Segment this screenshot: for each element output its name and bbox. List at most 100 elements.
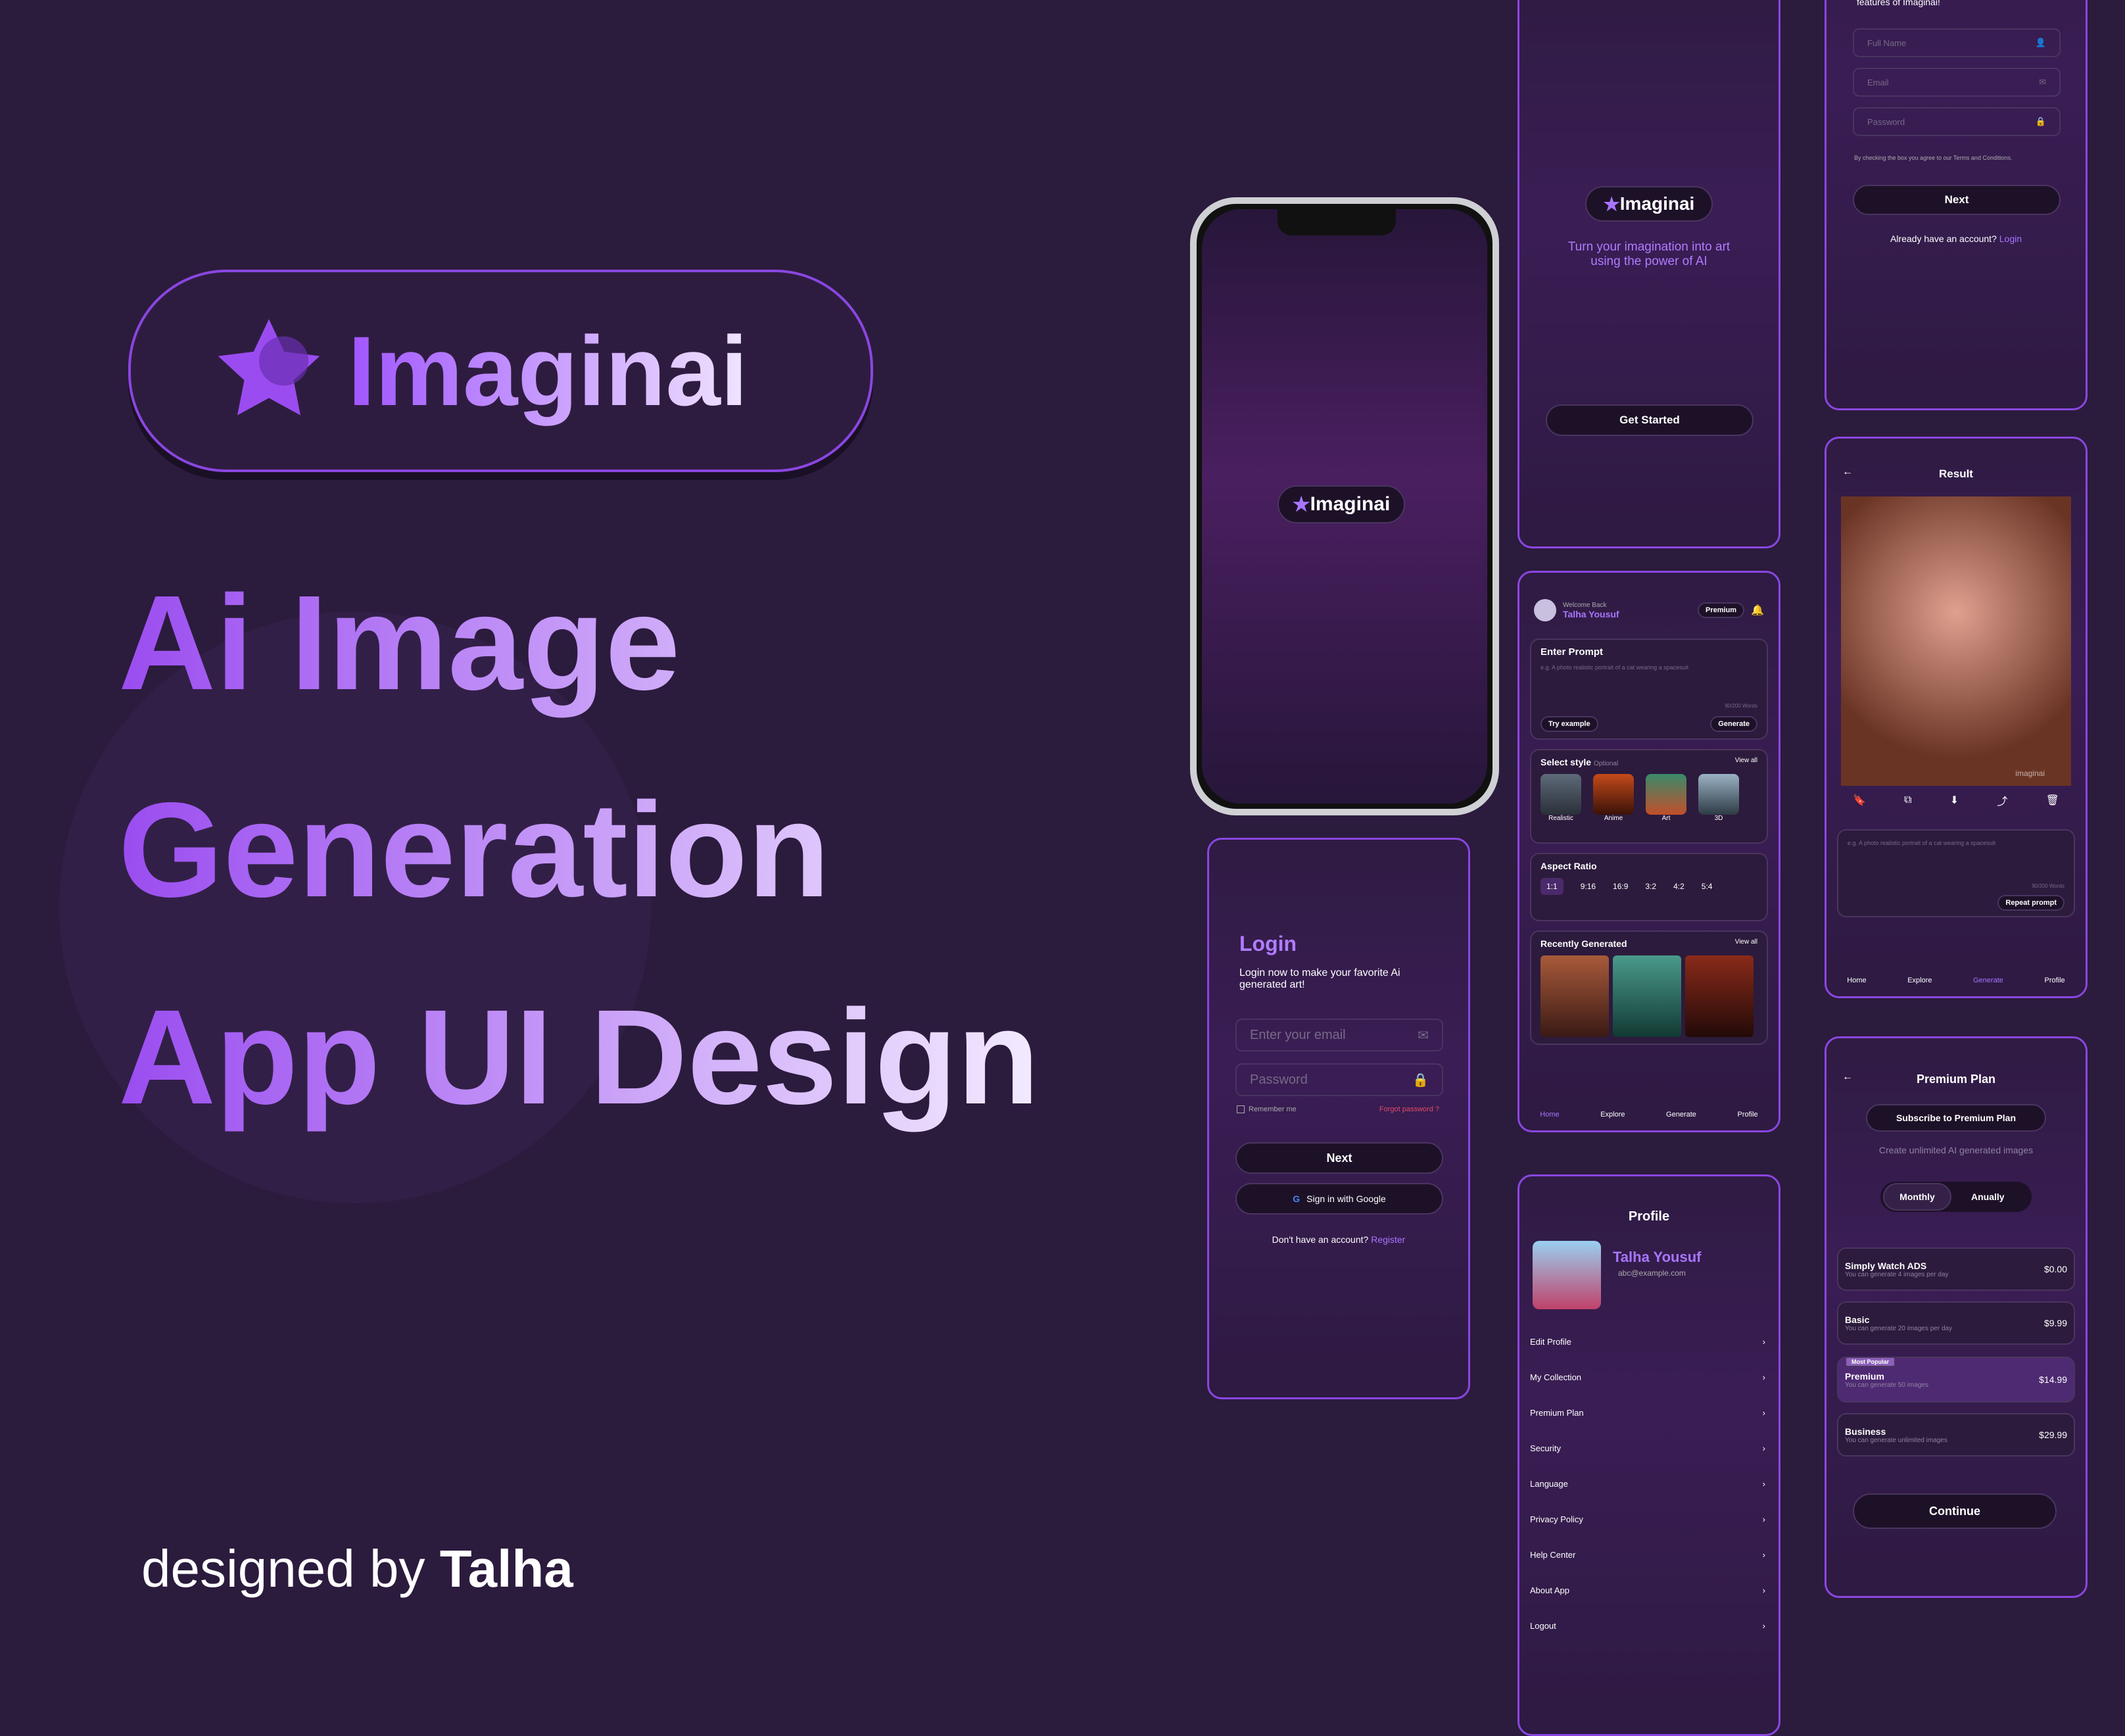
user-icon: 👤 bbox=[2035, 37, 2046, 47]
plan-card-selected[interactable]: Most Popular Premium You can generate 50 … bbox=[1837, 1357, 2075, 1403]
trash-icon[interactable]: 🗑 bbox=[2046, 794, 2059, 807]
forgot-link[interactable]: Forgot password ? bbox=[1379, 1105, 1439, 1113]
ratio-16-9[interactable]: 16:9 bbox=[1613, 882, 1628, 891]
login-link[interactable]: Login bbox=[1999, 233, 2022, 244]
hero-title: Ai Image Generation App UI Design bbox=[118, 539, 1039, 1161]
result-title: Result bbox=[1939, 468, 1973, 480]
lock-icon: 🔒 bbox=[2035, 116, 2046, 126]
profile-name: Talha Yousuf bbox=[1613, 1249, 1702, 1265]
avatar[interactable] bbox=[1534, 599, 1556, 621]
recent-image[interactable] bbox=[1540, 955, 1609, 1037]
login-subtitle: Login now to make your favorite Ai gener… bbox=[1239, 967, 1400, 990]
style-art[interactable]: Art bbox=[1646, 774, 1686, 822]
login-screen: Login Login now to make your favorite Ai… bbox=[1207, 838, 1470, 1399]
recent-image[interactable] bbox=[1613, 955, 1681, 1037]
star-icon: ★ bbox=[1603, 193, 1620, 214]
star-icon: ★ bbox=[1292, 493, 1310, 516]
home-header: Welcome Back Talha Yousuf Premium 🔔 bbox=[1534, 599, 1764, 621]
fullname-field[interactable]: Full Name 👤 bbox=[1853, 28, 2061, 57]
generate-button[interactable]: Generate bbox=[1710, 716, 1757, 732]
profile-title: Profile bbox=[1628, 1209, 1670, 1224]
password-field[interactable]: Password 🔒 bbox=[1853, 107, 2061, 136]
share-icon[interactable]: ⤴ bbox=[1997, 792, 2007, 808]
profile-avatar[interactable] bbox=[1533, 1241, 1601, 1309]
email-field[interactable]: Email ✉ bbox=[1853, 68, 2061, 97]
annually-toggle[interactable]: Anually bbox=[1971, 1192, 2005, 1202]
chevron-right-icon: › bbox=[1762, 1372, 1765, 1382]
plan-card[interactable]: Simply Watch ADS You can generate 4 image… bbox=[1837, 1247, 2075, 1291]
premium-subtitle: Create unlimited AI generated images bbox=[1878, 1145, 2034, 1155]
ratio-1-1[interactable]: 1:1 bbox=[1540, 878, 1564, 895]
menu-item[interactable]: About App › bbox=[1530, 1572, 1765, 1608]
nav-generate[interactable]: Generate bbox=[1666, 1111, 1696, 1119]
recent-card: Recently Generated View all bbox=[1530, 930, 1768, 1045]
premium-heading: Subscribe to Premium Plan bbox=[1866, 1104, 2046, 1132]
nav-generate[interactable]: Generate bbox=[1973, 976, 2003, 984]
premium-screen: ← Premium Plan Subscribe to Premium Plan… bbox=[1825, 1036, 2088, 1598]
menu-item[interactable]: Logout › bbox=[1530, 1608, 1765, 1643]
menu-item[interactable]: My Collection › bbox=[1530, 1359, 1765, 1395]
credit: designed by Talha bbox=[141, 1539, 573, 1599]
google-button[interactable]: G Sign in with Google bbox=[1235, 1183, 1443, 1215]
style-anime[interactable]: Anime bbox=[1593, 774, 1634, 822]
nav-explore[interactable]: Explore bbox=[1600, 1111, 1625, 1119]
next-button[interactable]: Next bbox=[1853, 185, 2061, 215]
lock-icon: 🔒 bbox=[1412, 1073, 1429, 1088]
ratio-3-2[interactable]: 3:2 bbox=[1645, 882, 1656, 891]
mail-icon: ✉ bbox=[2039, 77, 2046, 87]
menu-item[interactable]: Privacy Policy › bbox=[1530, 1501, 1765, 1537]
remember-me[interactable]: Remember me bbox=[1237, 1105, 1297, 1113]
plan-card[interactable]: Basic You can generate 20 images per day $… bbox=[1837, 1301, 2075, 1345]
ratio-5-4[interactable]: 5:4 bbox=[1702, 882, 1713, 891]
password-field[interactable]: Password 🔒 bbox=[1235, 1063, 1443, 1096]
ratio-4-2[interactable]: 4:2 bbox=[1673, 882, 1684, 891]
recent-image[interactable] bbox=[1685, 955, 1754, 1037]
prompt-input[interactable]: e.g. A photo realistic portrait of a cat… bbox=[1540, 664, 1757, 671]
continue-button[interactable]: Continue bbox=[1853, 1493, 2057, 1529]
nav-explore[interactable]: Explore bbox=[1907, 976, 1932, 984]
download-icon[interactable]: ⬇ bbox=[1950, 794, 1959, 807]
nav-home[interactable]: Home bbox=[1847, 976, 1866, 984]
get-started-button[interactable]: Get Started bbox=[1546, 404, 1754, 436]
chevron-right-icon: › bbox=[1762, 1585, 1765, 1595]
try-example-button[interactable]: Try example bbox=[1540, 716, 1598, 732]
copy-icon[interactable]: ⧉ bbox=[1904, 794, 1911, 806]
nav-home[interactable]: Home bbox=[1540, 1111, 1559, 1119]
chevron-right-icon: › bbox=[1762, 1620, 1765, 1631]
profile-screen: Profile Talha Yousuf abc@example.com Edi… bbox=[1517, 1174, 1780, 1736]
menu-item[interactable]: Security › bbox=[1530, 1430, 1765, 1466]
mail-icon: ✉ bbox=[1418, 1028, 1429, 1043]
style-3d[interactable]: 3D bbox=[1698, 774, 1739, 822]
repeat-prompt-button[interactable]: Repeat prompt bbox=[1997, 895, 2065, 911]
plan-card[interactable]: Business You can generate unlimited image… bbox=[1837, 1413, 2075, 1457]
google-icon: G bbox=[1293, 1194, 1301, 1204]
register-link[interactable]: Register bbox=[1371, 1234, 1405, 1245]
chevron-right-icon: › bbox=[1762, 1336, 1765, 1347]
terms[interactable]: By checking the box you agree to our Ter… bbox=[1854, 155, 2012, 161]
menu-item[interactable]: Help Center › bbox=[1530, 1537, 1765, 1572]
menu-item[interactable]: Language › bbox=[1530, 1466, 1765, 1501]
menu-item[interactable]: Premium Plan › bbox=[1530, 1395, 1765, 1430]
register-screen: features of Imaginai! Full Name 👤 Email ✉ … bbox=[1825, 0, 2088, 410]
home-screen: Welcome Back Talha Yousuf Premium 🔔 Enter… bbox=[1517, 571, 1780, 1132]
register-line: Don't have an account? Register bbox=[1272, 1234, 1406, 1245]
result-prompt[interactable]: e.g. A photo realistic portrait of a cat… bbox=[1837, 829, 2075, 917]
monthly-toggle[interactable]: Monthly bbox=[1883, 1183, 1951, 1211]
email-field[interactable]: Enter your email ✉ bbox=[1235, 1019, 1443, 1051]
nav-profile[interactable]: Profile bbox=[2044, 976, 2065, 984]
bookmark-icon[interactable]: 🔖 bbox=[1853, 794, 1866, 807]
profile-email: abc@example.com bbox=[1618, 1268, 1686, 1278]
chevron-right-icon: › bbox=[1762, 1514, 1765, 1524]
billing-toggle: Monthly Anually bbox=[1880, 1182, 2032, 1212]
prompt-card: Enter Prompt e.g. A photo realistic port… bbox=[1530, 639, 1768, 740]
brand-pill: Imaginai bbox=[128, 270, 873, 472]
ratio-9-16[interactable]: 9:16 bbox=[1581, 882, 1596, 891]
menu-item[interactable]: Edit Profile › bbox=[1530, 1324, 1765, 1359]
style-realistic[interactable]: Realistic bbox=[1540, 774, 1581, 822]
bell-icon[interactable]: 🔔 bbox=[1751, 604, 1764, 617]
premium-badge[interactable]: Premium bbox=[1698, 602, 1745, 618]
next-button[interactable]: Next bbox=[1235, 1142, 1443, 1174]
nav-profile[interactable]: Profile bbox=[1737, 1111, 1757, 1119]
login-title: Login bbox=[1239, 932, 1297, 955]
splash-phone: ★ Imaginai bbox=[1190, 197, 1499, 815]
